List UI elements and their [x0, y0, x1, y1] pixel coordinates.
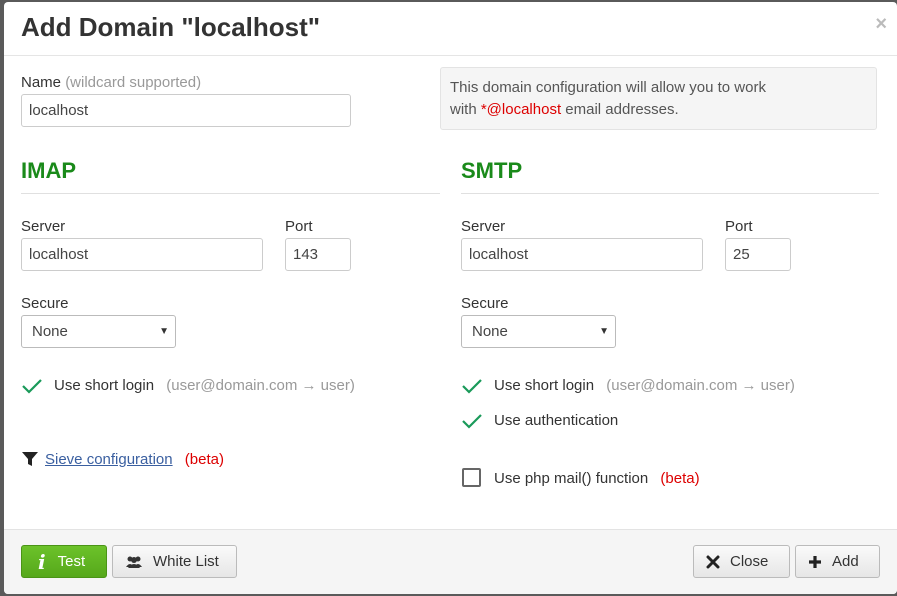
info-icon: i: [38, 549, 46, 574]
info-highlight: *@localhost: [480, 101, 562, 118]
php-mail-option[interactable]: Use php mail() function (beta): [494, 470, 700, 487]
sieve-configuration-link[interactable]: Sieve configuration: [45, 451, 173, 468]
close-button[interactable]: Close: [693, 545, 790, 578]
name-input[interactable]: localhost: [21, 94, 351, 127]
close-icon: [706, 555, 720, 569]
info-suffix: email addresses.: [561, 101, 679, 118]
imap-heading: IMAP: [21, 158, 76, 183]
imap-server-label: Server: [21, 218, 66, 235]
php-mail-beta-badge: (beta): [660, 470, 700, 487]
check-icon[interactable]: [461, 411, 483, 431]
chevron-down-icon: ▼: [599, 326, 609, 337]
php-mail-checkbox[interactable]: [462, 468, 481, 487]
add-domain-dialog: Add Domain "localhost" × Name (wildcard …: [4, 2, 897, 594]
imap-server-input[interactable]: localhost: [21, 238, 263, 271]
imap-short-login-option[interactable]: Use short login (user@domain.com → user): [54, 377, 355, 394]
smtp-auth-label[interactable]: Use authentication: [494, 412, 618, 429]
smtp-secure-label: Secure: [461, 295, 509, 312]
white-list-label: White List: [153, 553, 219, 570]
imap-secure-value: None: [32, 323, 68, 340]
imap-secure-select[interactable]: None ▼: [21, 315, 176, 348]
filter-icon: [22, 452, 38, 466]
add-button[interactable]: Add: [795, 545, 880, 578]
close-button-label: Close: [730, 553, 769, 570]
imap-secure-label: Secure: [21, 295, 69, 312]
users-icon: [125, 555, 143, 569]
test-button[interactable]: i Test: [21, 545, 107, 578]
dialog-title: Add Domain "localhost": [21, 12, 321, 42]
info-line-1: This domain configuration will allow you…: [450, 79, 766, 96]
check-icon[interactable]: [461, 376, 483, 396]
info-box: This domain configuration will allow you…: [440, 67, 877, 130]
chevron-down-icon: ▼: [159, 326, 169, 337]
name-label: Name (wildcard supported): [21, 74, 201, 91]
php-mail-label: Use php mail() function: [494, 470, 649, 487]
smtp-port-label: Port: [725, 218, 753, 235]
plus-icon: [808, 555, 822, 569]
imap-divider: [21, 193, 440, 194]
smtp-short-login-option[interactable]: Use short login (user@domain.com → user): [494, 377, 795, 394]
name-hint: (wildcard supported): [65, 74, 202, 91]
dialog-header: Add Domain "localhost" ×: [4, 2, 897, 56]
dialog-close-icon[interactable]: ×: [875, 14, 887, 34]
smtp-heading: SMTP: [461, 158, 523, 183]
test-button-label: Test: [57, 553, 86, 570]
imap-short-login-label: Use short login: [54, 377, 155, 394]
check-icon[interactable]: [21, 376, 43, 396]
imap-short-login-hint: (user@domain.com → user): [166, 377, 355, 394]
imap-port-input[interactable]: 143: [285, 238, 351, 271]
smtp-short-login-label: Use short login: [494, 377, 595, 394]
sieve-config: Sieve configuration (beta): [45, 451, 224, 468]
add-button-label: Add: [832, 553, 859, 570]
smtp-secure-value: None: [472, 323, 508, 340]
info-prefix: with: [450, 101, 481, 118]
white-list-button[interactable]: White List: [112, 545, 237, 578]
imap-port-label: Port: [285, 218, 313, 235]
smtp-secure-select[interactable]: None ▼: [461, 315, 616, 348]
smtp-divider: [461, 193, 879, 194]
smtp-port-input[interactable]: 25: [725, 238, 791, 271]
name-label-text: Name: [21, 74, 62, 91]
info-line-2: with *@localhost email addresses.: [450, 99, 867, 121]
smtp-server-label: Server: [461, 218, 506, 235]
smtp-server-input[interactable]: localhost: [461, 238, 703, 271]
sieve-beta-badge: (beta): [184, 451, 224, 468]
smtp-short-login-hint: (user@domain.com → user): [606, 377, 795, 394]
dialog-footer: i Test White List Close Add: [4, 529, 897, 594]
